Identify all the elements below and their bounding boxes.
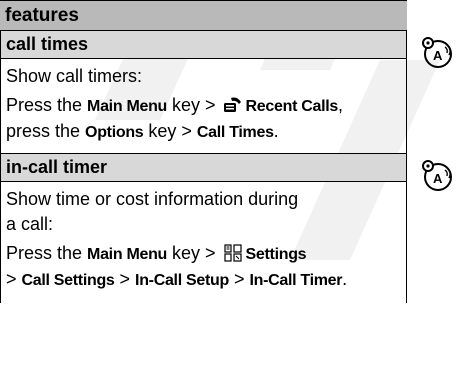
description-line: Show time or cost information during	[6, 189, 299, 209]
feature-instruction: Press the Main Menu key > Recent Calls, …	[1, 89, 406, 153]
network-feature-icon: A	[422, 37, 452, 68]
instruction-text: key >	[143, 121, 197, 141]
options-key: Options	[85, 124, 144, 141]
feature-instruction: Press the Main Menu key > Settings > Cal…	[1, 237, 406, 303]
instruction-text: key >	[167, 243, 221, 263]
svg-text:A: A	[433, 171, 443, 186]
instruction-text: key >	[167, 95, 221, 115]
table-header-title: features	[5, 4, 79, 26]
instruction-text: ,	[338, 95, 344, 115]
in-call-timer-menu-item: In-Call Timer	[249, 272, 343, 289]
main-menu-key: Main Menu	[87, 98, 168, 115]
feature-title-row: call times	[1, 31, 406, 59]
call-times-menu-item: Call Times	[196, 124, 274, 141]
table-header: features	[0, 0, 407, 31]
instruction-text: >	[228, 269, 250, 289]
instruction-text: .	[342, 269, 348, 289]
network-feature-icon: A	[422, 160, 452, 191]
feature-in-call-timer: in-call timer A Show time or cost inform…	[0, 153, 452, 303]
svg-text:A: A	[433, 48, 443, 63]
instruction-text: press the	[6, 121, 86, 141]
instruction-text: >	[6, 269, 22, 289]
main-menu-key: Main Menu	[87, 246, 168, 263]
settings-icon	[223, 244, 242, 262]
recent-calls-menu-item: Recent Calls	[245, 98, 339, 115]
description-line: a call:	[6, 214, 54, 234]
feature-title-row: in-call timer	[1, 154, 406, 182]
settings-menu-item: Settings	[245, 246, 307, 263]
feature-description: Show time or cost information during a c…	[1, 182, 406, 237]
feature-call-times: call times A Show call timers: Press the…	[0, 31, 452, 153]
feature-title: in-call timer	[6, 157, 108, 177]
instruction-text: Press the	[6, 95, 88, 115]
instruction-text: >	[114, 269, 136, 289]
feature-description: Show call timers:	[6, 66, 143, 86]
recent-calls-icon	[223, 97, 241, 112]
features-table: features call times A Show call timers: …	[0, 0, 452, 303]
call-settings-menu-item: Call Settings	[21, 272, 115, 289]
instruction-text: Press the	[6, 243, 88, 263]
instruction-text: .	[273, 121, 279, 141]
in-call-setup-menu-item: In-Call Setup	[135, 272, 229, 289]
feature-title: call times	[6, 34, 89, 54]
